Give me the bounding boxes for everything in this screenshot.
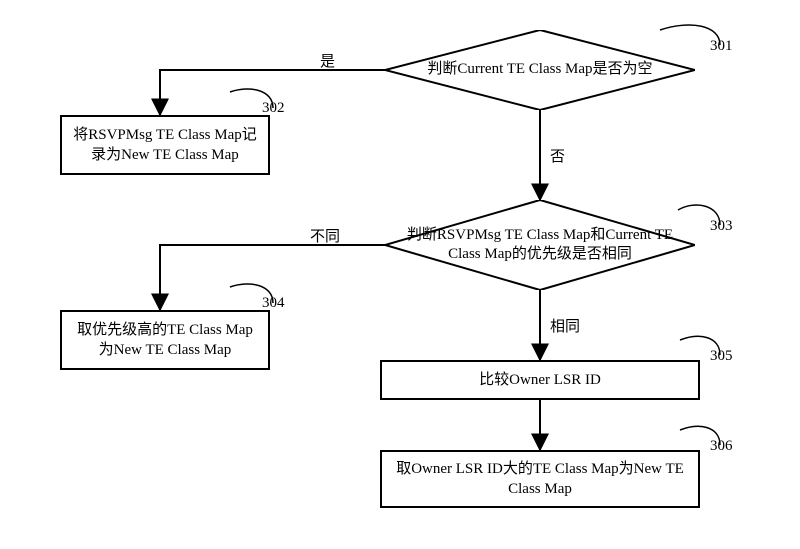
step-number-303: 303 xyxy=(710,218,733,235)
step-number-306: 306 xyxy=(710,438,733,455)
step-number-302: 302 xyxy=(262,100,285,117)
decision-text: 判断RSVPMsg TE Class Map和Current TE Class … xyxy=(385,214,695,276)
step-number-305: 305 xyxy=(710,348,733,365)
process-compare-owner-lsr-id: 比较Owner LSR ID xyxy=(380,360,700,400)
process-text: 比较Owner LSR ID xyxy=(479,370,601,390)
process-record-new-map: 将RSVPMsg TE Class Map记录为New TE Class Map xyxy=(60,115,270,175)
step-number-304: 304 xyxy=(262,295,285,312)
edge-label-no: 否 xyxy=(550,145,565,166)
edge-label-same: 相同 xyxy=(550,315,580,336)
process-text: 取Owner LSR ID大的TE Class Map为New TE Class… xyxy=(390,459,690,500)
decision-current-map-empty: 判断Current TE Class Map是否为空 xyxy=(385,30,695,110)
edge-label-diff: 不同 xyxy=(310,225,340,246)
process-text: 将RSVPMsg TE Class Map记录为New TE Class Map xyxy=(70,125,260,166)
decision-text: 判断Current TE Class Map是否为空 xyxy=(385,30,695,110)
edge-label-yes: 是 xyxy=(320,50,335,71)
process-text: 取优先级高的TE Class Map为New TE Class Map xyxy=(70,320,260,361)
step-number-301: 301 xyxy=(710,38,733,55)
decision-priority-same: 判断RSVPMsg TE Class Map和Current TE Class … xyxy=(385,200,695,290)
process-take-higher-priority: 取优先级高的TE Class Map为New TE Class Map xyxy=(60,310,270,370)
process-take-larger-owner-id: 取Owner LSR ID大的TE Class Map为New TE Class… xyxy=(380,450,700,508)
